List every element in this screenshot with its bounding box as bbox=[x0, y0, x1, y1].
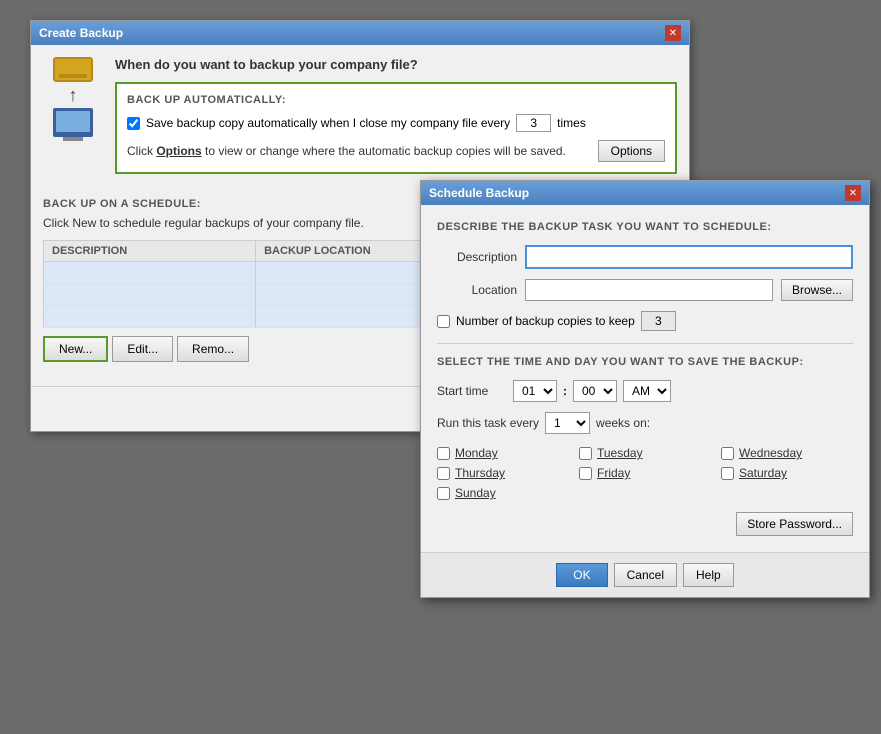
description-label: Description bbox=[437, 250, 517, 264]
options-description: Click Options to view or change where th… bbox=[127, 144, 566, 158]
action-buttons-row: OK Cancel Help bbox=[421, 552, 869, 597]
saturday-label: Saturday bbox=[739, 466, 787, 480]
auto-backup-checkbox[interactable] bbox=[127, 117, 140, 130]
schedule-backup-dialog: Schedule Backup ✕ DESCRIBE THE BACKUP TA… bbox=[420, 180, 870, 598]
remove-button[interactable]: Remo... bbox=[177, 336, 249, 362]
monday-checkbox[interactable] bbox=[437, 447, 450, 460]
help-button[interactable]: Help bbox=[683, 563, 734, 587]
friday-label: Friday bbox=[597, 466, 630, 480]
tuesday-row: Tuesday bbox=[579, 446, 711, 460]
ok-button[interactable]: OK bbox=[556, 563, 607, 587]
weeks-on-label: weeks on: bbox=[596, 416, 650, 430]
schedule-backup-close-btn[interactable]: ✕ bbox=[845, 185, 861, 201]
wednesday-label: Wednesday bbox=[739, 446, 802, 460]
ampm-select[interactable]: AMPM bbox=[623, 380, 671, 402]
col-description: DESCRIPTION bbox=[44, 241, 256, 262]
schedule-backup-titlebar: Schedule Backup ✕ bbox=[421, 181, 869, 205]
monday-row: Monday bbox=[437, 446, 569, 460]
saturday-row: Saturday bbox=[721, 466, 853, 480]
location-label: Location bbox=[437, 283, 517, 297]
run-task-row: Run this task every 1234 weeks on: bbox=[437, 412, 853, 434]
browse-button[interactable]: Browse... bbox=[781, 279, 853, 301]
monday-label: Monday bbox=[455, 446, 498, 460]
question-text: When do you want to backup your company … bbox=[115, 57, 677, 72]
time-section-title: SELECT THE TIME AND DAY YOU WANT TO SAVE… bbox=[437, 356, 853, 368]
copies-checkbox[interactable] bbox=[437, 315, 450, 328]
times-label: times bbox=[557, 116, 586, 130]
wednesday-row: Wednesday bbox=[721, 446, 853, 460]
location-row: Location Browse... bbox=[437, 279, 853, 301]
copies-label: Number of backup copies to keep bbox=[456, 314, 635, 328]
create-backup-close-btn[interactable]: ✕ bbox=[665, 25, 681, 41]
location-input[interactable] bbox=[525, 279, 773, 301]
edit-button[interactable]: Edit... bbox=[112, 336, 173, 362]
describe-section-title: DESCRIBE THE BACKUP TASK YOU WANT TO SCH… bbox=[437, 221, 853, 233]
sunday-row: Sunday bbox=[437, 486, 569, 500]
description-input[interactable] bbox=[525, 245, 853, 269]
auto-backup-section: BACK UP AUTOMATICALLY: Save backup copy … bbox=[115, 82, 677, 174]
run-task-label: Run this task every bbox=[437, 416, 539, 430]
times-input[interactable] bbox=[516, 114, 551, 132]
bottom-row: Store Password... bbox=[437, 512, 853, 536]
description-row: Description bbox=[437, 245, 853, 269]
weeks-select[interactable]: 1234 bbox=[545, 412, 590, 434]
drive-icon bbox=[53, 57, 93, 82]
computer-icon bbox=[53, 108, 93, 137]
days-grid: Monday Tuesday Wednesday Thursday Friday… bbox=[437, 446, 853, 500]
schedule-content: DESCRIBE THE BACKUP TASK YOU WANT TO SCH… bbox=[421, 205, 869, 552]
friday-row: Friday bbox=[579, 466, 711, 480]
sunday-label: Sunday bbox=[455, 486, 496, 500]
thursday-row: Thursday bbox=[437, 466, 569, 480]
arrow-up-icon: ↑ bbox=[69, 86, 78, 104]
hour-select[interactable]: 01020304 05060708 09101112 bbox=[513, 380, 557, 402]
create-backup-titlebar: Create Backup ✕ bbox=[31, 21, 689, 45]
wednesday-checkbox[interactable] bbox=[721, 447, 734, 460]
friday-checkbox[interactable] bbox=[579, 467, 592, 480]
options-button[interactable]: Options bbox=[598, 140, 665, 162]
store-password-button[interactable]: Store Password... bbox=[736, 512, 853, 536]
thursday-label: Thursday bbox=[455, 466, 505, 480]
new-button[interactable]: New... bbox=[43, 336, 108, 362]
saturday-checkbox[interactable] bbox=[721, 467, 734, 480]
start-time-row: Start time 01020304 05060708 09101112 : … bbox=[437, 380, 853, 402]
copies-input[interactable] bbox=[641, 311, 676, 331]
create-backup-title: Create Backup bbox=[39, 26, 123, 40]
thursday-checkbox[interactable] bbox=[437, 467, 450, 480]
start-time-label: Start time bbox=[437, 384, 507, 398]
tuesday-label: Tuesday bbox=[597, 446, 643, 460]
copies-row: Number of backup copies to keep bbox=[437, 311, 853, 331]
time-colon: : bbox=[563, 384, 567, 398]
tuesday-checkbox[interactable] bbox=[579, 447, 592, 460]
divider bbox=[437, 343, 853, 344]
sunday-checkbox[interactable] bbox=[437, 487, 450, 500]
auto-backup-label: BACK UP AUTOMATICALLY: bbox=[127, 94, 665, 106]
schedule-backup-title: Schedule Backup bbox=[429, 186, 529, 200]
auto-backup-text: Save backup copy automatically when I cl… bbox=[146, 116, 510, 130]
cancel-button[interactable]: Cancel bbox=[614, 563, 677, 587]
minute-select[interactable]: 00153045 bbox=[573, 380, 617, 402]
backup-icon-container: ↑ bbox=[43, 57, 103, 137]
